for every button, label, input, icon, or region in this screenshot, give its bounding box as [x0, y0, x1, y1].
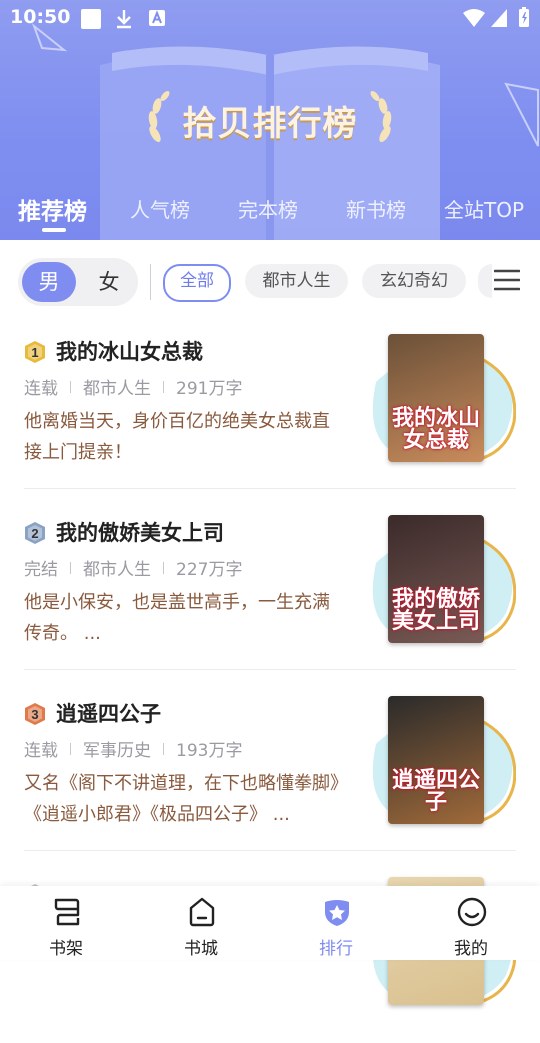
nav-profile[interactable]: 我的 — [421, 886, 521, 960]
category-chip-partial[interactable] — [478, 264, 492, 298]
book-category: 军事历史 — [83, 741, 151, 761]
cover-image: 我的傲娇美女上司 — [388, 515, 484, 643]
filter-divider — [150, 264, 151, 300]
tab-popular[interactable]: 人气榜 — [130, 194, 190, 223]
item-divider — [24, 850, 516, 851]
item-divider — [24, 669, 516, 670]
category-chip-urban[interactable]: 都市人生 — [245, 264, 348, 298]
tab-new-books[interactable]: 新书榜 — [346, 194, 406, 223]
wifi-icon — [463, 9, 485, 27]
rank-medal-icon: 3 — [25, 703, 45, 725]
book-title[interactable]: 逍遥四公子 — [56, 698, 161, 728]
nav-bookshelf[interactable]: 书架 — [16, 886, 116, 960]
filter-bar: 男 女 全部 都市人生 玄幻奇幻 — [0, 240, 540, 320]
book-status: 连载 — [24, 379, 58, 399]
cover-title-art: 我的傲娇美女上司 — [392, 587, 481, 634]
cover-title-art: 逍遥四公子 — [392, 768, 481, 815]
cover-image: 逍遥四公子 — [388, 696, 484, 824]
nav-label: 书城 — [184, 939, 218, 959]
book-category: 都市人生 — [83, 379, 151, 399]
book-list-item[interactable]: 2 我的傲娇美女上司 完结 都市人生 227万字 他是小保安，也是盖世高手，一生充满传奇。… — [0, 501, 540, 681]
download-icon — [117, 10, 131, 29]
book-title[interactable]: 我的冰山女总裁 — [56, 336, 203, 366]
tab-recommended[interactable]: 推荐榜 — [18, 192, 87, 226]
book-word-count: 291万字 — [176, 379, 243, 399]
status-time: 10:50 — [10, 6, 71, 28]
status-bar: 10:50 — [0, 0, 540, 38]
book-title[interactable]: 我的傲娇美女上司 — [56, 517, 224, 547]
meta-separator — [163, 743, 164, 755]
item-divider — [24, 488, 516, 489]
book-meta: 连载 都市人生 291万字 — [24, 374, 242, 399]
tab-completed[interactable]: 完本榜 — [238, 194, 298, 223]
nav-label: 我的 — [454, 939, 488, 959]
meta-separator — [163, 381, 164, 393]
menu-icon[interactable] — [494, 268, 520, 292]
text-a-icon — [149, 10, 165, 26]
rank-medal-icon: 1 — [25, 341, 45, 363]
rank-number: 2 — [31, 526, 38, 541]
category-chip-fantasy[interactable]: 玄幻奇幻 — [362, 264, 466, 298]
book-description: 又名《阁下不讲道理，在下也略懂拳脚》《逍遥小郎君》《极品四公子》 ... — [24, 773, 339, 825]
book-list-item[interactable]: 1 我的冰山女总裁 连载 都市人生 291万字 他离婚当天，身价百亿的绝美女总裁直接上门提… — [0, 320, 540, 500]
nav-bookstore[interactable]: 书城 — [151, 886, 251, 960]
book-word-count: 193万字 — [176, 741, 243, 761]
ranking-icon — [325, 900, 349, 926]
book-category: 都市人生 — [83, 560, 151, 580]
meta-separator — [70, 562, 71, 574]
gender-female-button[interactable]: 女 — [84, 262, 134, 302]
book-list-item[interactable]: 3 逍遥四公子 连载 军事历史 193万字 又名《阁下不讲道理，在下也略懂拳脚》《逍遥小郎… — [0, 682, 540, 862]
triangle-decoration — [504, 82, 539, 147]
book-word-count: 227万字 — [176, 560, 243, 580]
active-tab-indicator — [42, 228, 66, 232]
nav-label: 排行 — [319, 939, 353, 959]
ranking-tabs: 推荐榜 人气榜 完本榜 新书榜 全站TOP — [0, 194, 540, 234]
rank-number: 1 — [31, 345, 38, 360]
notification-square-icon — [81, 9, 101, 29]
bottom-navigation: 书架 书城 排行 我的 — [0, 886, 540, 960]
book-cover[interactable]: 我的傲娇美女上司 — [352, 515, 522, 647]
battery-icon — [519, 7, 529, 27]
nav-ranking[interactable]: 排行 — [286, 886, 386, 960]
book-description: 他是小保安，也是盖世高手，一生充满传奇。 ... — [24, 592, 330, 644]
rank-medal-icon: 2 — [25, 522, 45, 544]
cover-title-art: 我的冰山女总裁 — [392, 406, 481, 453]
cover-image: 我的冰山女总裁 — [388, 334, 484, 462]
ranking-header: 10:50 拾贝排行榜 推荐榜 人气榜 完本榜 新书榜 全站TOP — [0, 0, 540, 240]
profile-icon — [457, 897, 487, 927]
signal-icon — [491, 9, 507, 27]
tab-site-top[interactable]: 全站TOP — [444, 194, 524, 223]
gender-male-button[interactable]: 男 — [22, 262, 76, 302]
bookstore-icon — [189, 897, 215, 927]
book-meta: 连载 军事历史 193万字 — [24, 736, 242, 761]
book-cover[interactable]: 逍遥四公子 — [352, 696, 522, 828]
nav-label: 书架 — [49, 939, 83, 959]
book-description: 他离婚当天，身价百亿的绝美女总裁直接上门提亲！ — [24, 411, 330, 463]
book-status: 连载 — [24, 741, 58, 761]
book-meta: 完结 都市人生 227万字 — [24, 555, 242, 580]
meta-separator — [163, 562, 164, 574]
banner-title: 拾贝排行榜 — [182, 104, 358, 144]
book-cover[interactable]: 我的冰山女总裁 — [352, 334, 522, 466]
book-status: 完结 — [24, 560, 58, 580]
gender-toggle: 男 女 — [18, 258, 138, 306]
meta-separator — [70, 743, 71, 755]
meta-separator — [70, 381, 71, 393]
rank-number: 3 — [31, 707, 38, 722]
bookshelf-icon — [54, 898, 80, 926]
category-chip-all[interactable]: 全部 — [163, 264, 231, 302]
